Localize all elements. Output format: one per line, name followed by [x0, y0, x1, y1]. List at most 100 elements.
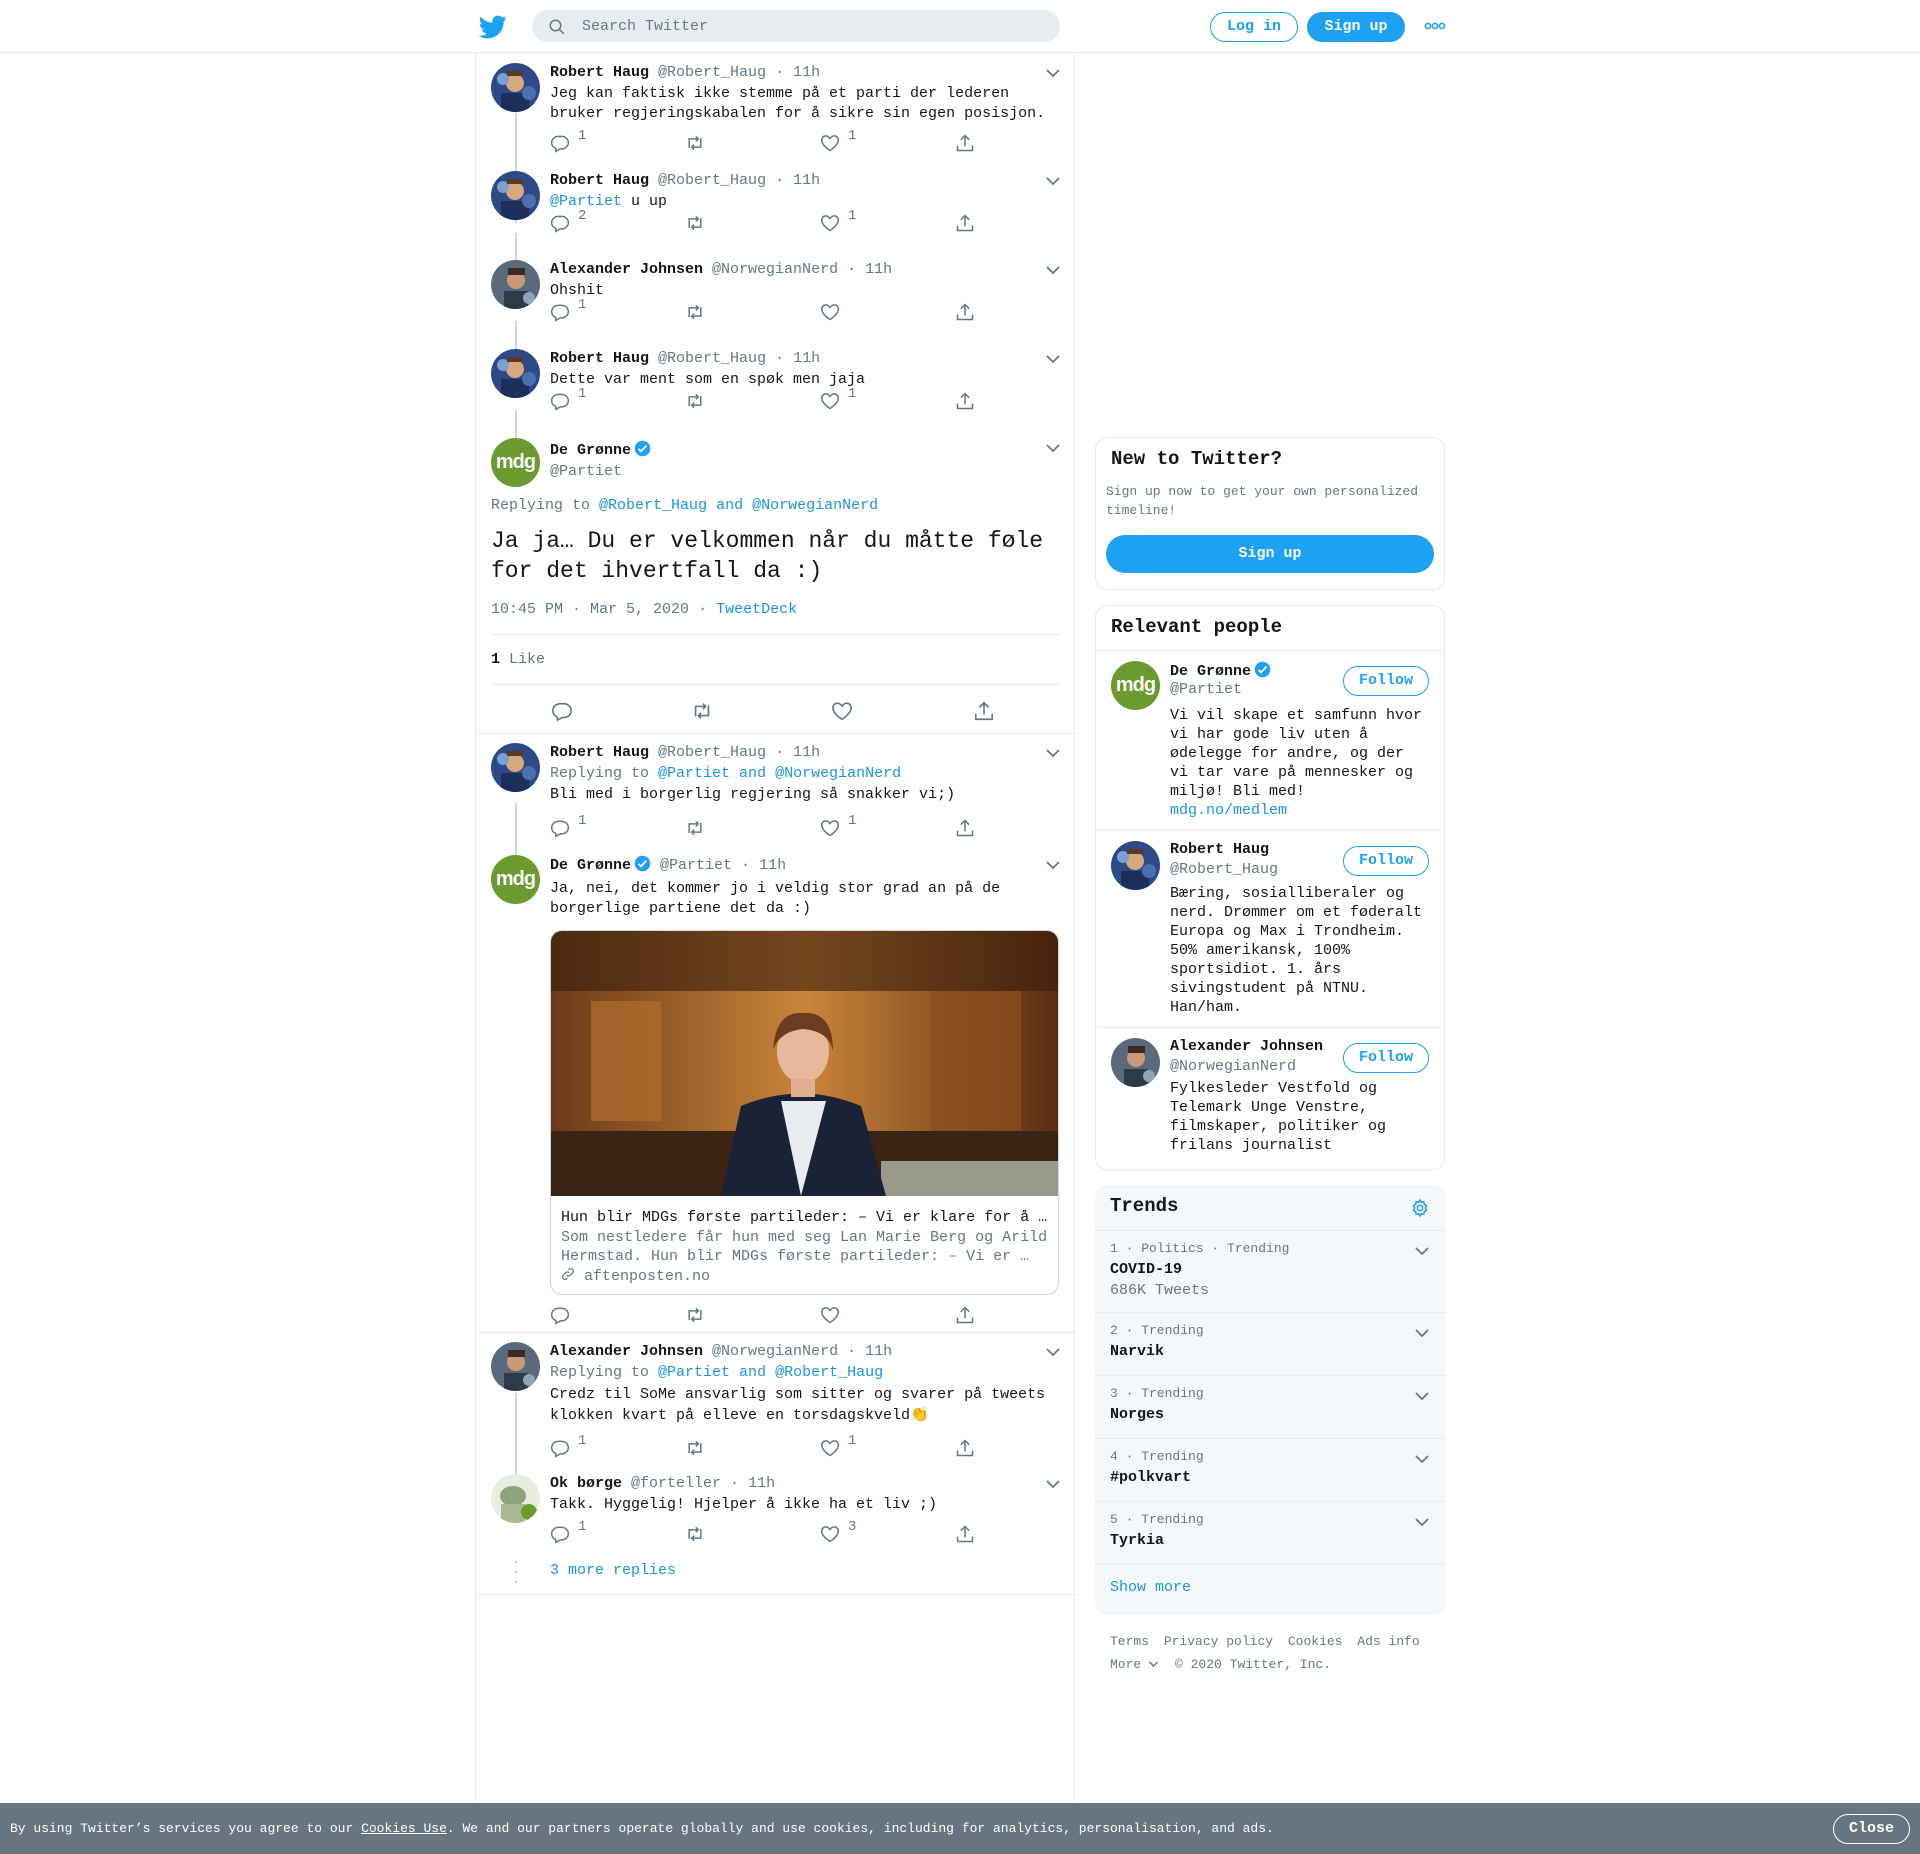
thread-tweet[interactable]: Robert Haug @Robert_Haug · 11h @Partiet …	[491, 171, 1061, 251]
author-handle[interactable]: @forteller	[631, 1475, 721, 1492]
settings-gear-icon[interactable]	[1410, 1198, 1430, 1218]
person-name[interactable]: De Grønne	[1170, 663, 1251, 680]
reply-button[interactable]: 1	[550, 297, 586, 324]
trend-item[interactable]: 2 · Trending Narvik	[1095, 1312, 1445, 1375]
author-handle[interactable]: @NorwegianNerd	[712, 261, 838, 278]
retweet-button[interactable]	[685, 1438, 705, 1460]
thread-tweet[interactable]: Alexander Johnsen @NorwegianNerd · 11h O…	[491, 260, 1061, 340]
share-button[interactable]	[955, 391, 975, 413]
trend-item[interactable]: 4 · Trending #polkvart	[1095, 1438, 1445, 1501]
avatar[interactable]: mdg	[491, 855, 540, 904]
replying-to-link[interactable]: @Robert_Haug and @NorwegianNerd	[599, 497, 878, 514]
author-handle[interactable]: @NorwegianNerd	[712, 1343, 838, 1360]
chevron-down-icon[interactable]	[1045, 859, 1061, 871]
chevron-down-icon[interactable]	[1414, 1327, 1430, 1339]
link-card[interactable]: Hun blir MDGs første partileder: – Vi er…	[550, 930, 1059, 1295]
follow-button[interactable]: Follow	[1343, 666, 1429, 696]
person-handle[interactable]: @Partiet	[1170, 681, 1242, 698]
person-name[interactable]: Alexander Johnsen	[1170, 1038, 1323, 1055]
footer-ads-link[interactable]: Ads info	[1357, 1634, 1419, 1649]
tweet-source[interactable]: TweetDeck	[716, 601, 797, 618]
share-button[interactable]	[973, 700, 995, 722]
chevron-down-icon[interactable]	[1414, 1245, 1430, 1257]
avatar[interactable]	[491, 349, 540, 398]
avatar[interactable]	[491, 1342, 540, 1391]
author-handle[interactable]: @Robert_Haug	[658, 350, 766, 367]
share-button[interactable]	[955, 818, 975, 840]
avatar[interactable]	[1111, 1038, 1160, 1087]
author-handle[interactable]: @Partiet	[660, 857, 732, 874]
footer-terms-link[interactable]: Terms	[1110, 1634, 1149, 1649]
author-handle[interactable]: @Robert_Haug	[658, 744, 766, 761]
reply-tweet[interactable]: Ok børge @forteller · 11h Takk. Hyggelig…	[491, 1474, 1061, 1559]
author-name[interactable]: Robert Haug	[550, 350, 649, 367]
share-button[interactable]	[955, 1438, 975, 1460]
chevron-down-icon[interactable]	[1045, 175, 1061, 187]
like-button[interactable]: 3	[820, 1519, 856, 1546]
tweet-time[interactable]: 11h	[865, 261, 892, 278]
cookies-use-link[interactable]: Cookies Use	[361, 1821, 447, 1836]
signup-button[interactable]: Sign up	[1307, 12, 1405, 42]
person-handle[interactable]: @NorwegianNerd	[1170, 1058, 1296, 1075]
person-item[interactable]: Alexander Johnsen @NorwegianNerd Follow …	[1096, 1027, 1444, 1169]
avatar[interactable]	[491, 63, 540, 112]
tweet-timestamp[interactable]: 10:45 PM · Mar 5, 2020	[491, 601, 689, 618]
chevron-down-icon[interactable]	[1414, 1516, 1430, 1528]
author-name[interactable]: Alexander Johnsen	[550, 1343, 703, 1360]
chevron-down-icon[interactable]	[1414, 1390, 1430, 1402]
reply-button[interactable]: 1	[550, 1433, 586, 1460]
bio-link[interactable]: mdg.no/medlem	[1170, 801, 1430, 820]
sidebar-signup-button[interactable]: Sign up	[1106, 535, 1434, 573]
trend-item[interactable]: 1 · Politics · Trending COVID-19 686K Tw…	[1095, 1230, 1445, 1312]
tweet-time[interactable]: 11h	[793, 744, 820, 761]
like-button[interactable]	[831, 700, 853, 722]
like-button[interactable]	[820, 1305, 840, 1327]
person-item[interactable]: Robert Haug @Robert_Haug Follow Bæring, …	[1096, 830, 1444, 1027]
thread-tweet[interactable]: Robert Haug @Robert_Haug · 11h Dette var…	[491, 349, 1061, 429]
chevron-down-icon[interactable]	[1045, 1346, 1061, 1358]
author-name[interactable]: Robert Haug	[550, 172, 649, 189]
follow-button[interactable]: Follow	[1343, 1043, 1429, 1073]
avatar[interactable]: mdg	[491, 438, 540, 487]
footer-privacy-link[interactable]: Privacy policy	[1164, 1634, 1273, 1649]
chevron-down-icon[interactable]	[1045, 747, 1061, 759]
chevron-down-icon[interactable]	[1414, 1453, 1430, 1465]
tweet-time[interactable]: 11h	[793, 350, 820, 367]
retweet-button[interactable]	[685, 1305, 705, 1327]
person-name[interactable]: Robert Haug	[1170, 841, 1269, 858]
retweet-button[interactable]	[685, 302, 705, 324]
avatar[interactable]	[491, 260, 540, 309]
like-button[interactable]: 1	[820, 813, 856, 840]
tweet-time[interactable]: 11h	[759, 857, 786, 874]
chevron-down-icon[interactable]	[1045, 353, 1061, 365]
tweet-time[interactable]: 11h	[748, 1475, 775, 1492]
trend-item[interactable]: 5 · Trending Tyrkia	[1095, 1501, 1445, 1564]
like-button[interactable]	[820, 302, 840, 324]
chevron-down-icon[interactable]	[1045, 1478, 1061, 1490]
replying-to-link[interactable]: @Partiet and @Robert_Haug	[658, 1364, 883, 1381]
author-name[interactable]: Ok børge	[550, 1475, 622, 1492]
footer-more-button[interactable]: More	[1110, 1657, 1159, 1672]
share-button[interactable]	[955, 213, 975, 235]
retweet-button[interactable]	[685, 818, 705, 840]
share-button[interactable]	[955, 302, 975, 324]
share-button[interactable]	[955, 133, 975, 155]
person-item[interactable]: mdg De Grønne @Partiet Follow Vi vil ska…	[1096, 650, 1444, 830]
reply-button[interactable]	[550, 1305, 570, 1327]
author-name[interactable]: Robert Haug	[550, 64, 649, 81]
thread-tweet[interactable]: Robert Haug @Robert_Haug · 11h Jeg kan f…	[491, 63, 1061, 168]
reply-button[interactable]: 2	[550, 208, 586, 235]
reply-button[interactable]: 1	[550, 1519, 586, 1546]
avatar[interactable]	[491, 743, 540, 792]
twitter-logo-icon[interactable]	[479, 13, 507, 41]
like-button[interactable]: 1	[820, 1433, 856, 1460]
footer-cookies-link[interactable]: Cookies	[1288, 1634, 1343, 1649]
like-button[interactable]: 1	[820, 128, 856, 155]
search-box[interactable]: Search Twitter	[532, 10, 1060, 42]
more-menu-icon[interactable]	[1424, 19, 1446, 33]
author-name[interactable]: De Grønne	[550, 442, 631, 459]
person-handle[interactable]: @Robert_Haug	[1170, 861, 1278, 878]
replying-to-link[interactable]: @Partiet and @NorwegianNerd	[658, 765, 901, 782]
avatar[interactable]	[491, 1474, 540, 1523]
author-name[interactable]: Alexander Johnsen	[550, 261, 703, 278]
